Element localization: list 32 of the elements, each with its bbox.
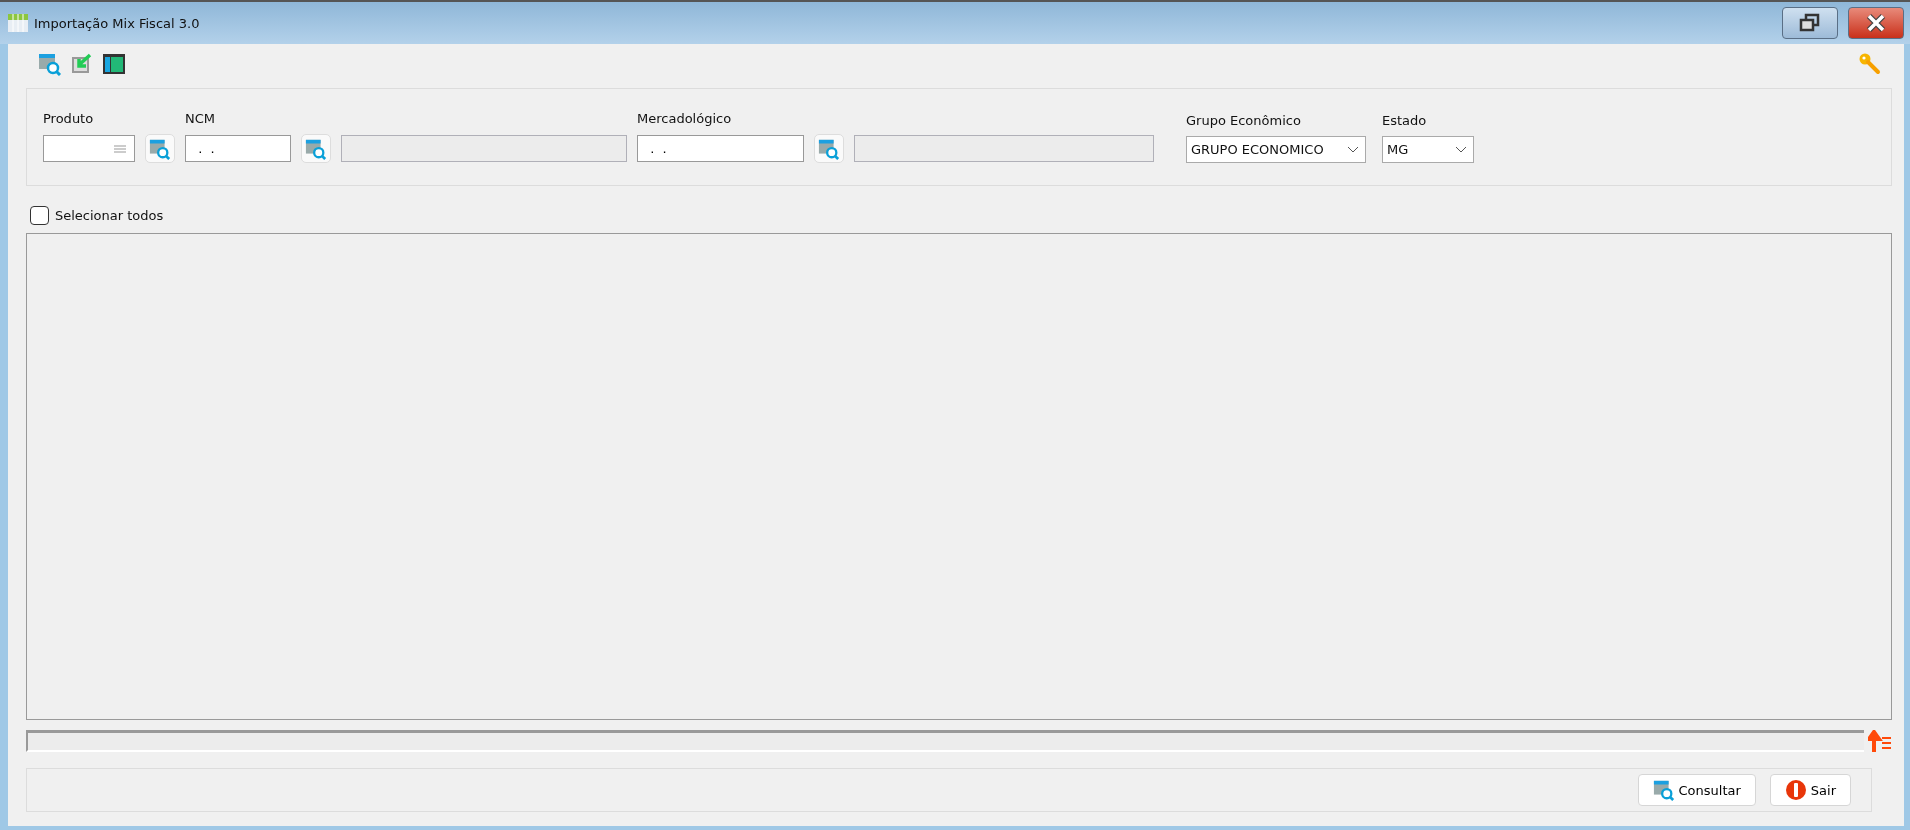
search-button[interactable]: Consultar <box>1637 774 1756 806</box>
mercadologico-field[interactable]: . . <box>637 135 804 162</box>
checkbox-label: Selecionar todos <box>55 208 164 223</box>
search-button[interactable] <box>145 134 175 163</box>
app-icon <box>8 14 28 32</box>
field-label: NCM <box>185 111 217 126</box>
sort-icon[interactable] <box>1868 730 1892 752</box>
chevron-down-icon <box>1455 145 1467 154</box>
search-icon <box>1652 779 1675 801</box>
estado-dropdown[interactable]: MG <box>1382 136 1474 163</box>
list-icon <box>114 144 126 153</box>
checkbox[interactable] <box>30 206 49 225</box>
search-icon[interactable] <box>38 52 62 76</box>
close-icon <box>1864 13 1888 33</box>
field-label: Mercadológico <box>637 111 733 126</box>
import-icon[interactable] <box>70 52 94 76</box>
close-button[interactable] <box>1848 7 1904 39</box>
field-label: Grupo Econômico <box>1186 113 1302 128</box>
search-button[interactable] <box>814 134 844 163</box>
grupo-dropdown[interactable]: GRUPO ECONOMICO <box>1186 136 1366 163</box>
key-icon[interactable] <box>1858 52 1882 76</box>
exit-button[interactable]: Sair <box>1769 774 1851 806</box>
search-button[interactable] <box>301 134 331 163</box>
power-icon <box>1784 779 1807 801</box>
field-label: Estado <box>1382 113 1428 128</box>
field-label: Produto <box>43 111 95 126</box>
restore-button[interactable] <box>1782 7 1838 39</box>
chevron-down-icon <box>1347 145 1359 154</box>
product-field[interactable] <box>43 135 135 162</box>
grid-icon[interactable] <box>102 52 126 76</box>
ncm-field[interactable]: . . <box>185 135 291 162</box>
window-title: Importação Mix Fiscal 3.0 <box>34 15 200 31</box>
